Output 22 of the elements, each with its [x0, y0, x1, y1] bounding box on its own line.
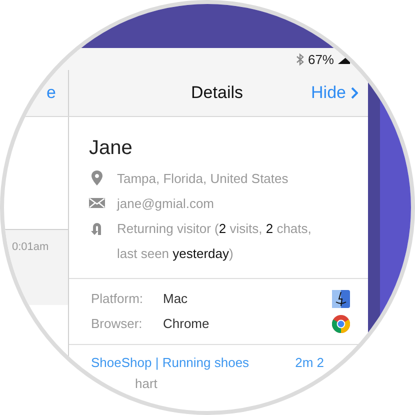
location-pin-icon — [89, 170, 105, 186]
finder-icon — [332, 290, 350, 308]
chevron-icon — [351, 87, 358, 99]
field-label: Browser: — [91, 316, 144, 331]
field-value: Mac — [163, 291, 189, 306]
chat-time: 0:01am — [12, 241, 49, 253]
envelope-icon — [89, 195, 105, 211]
page-link[interactable]: ShoeShop | Running shoes — [91, 355, 250, 370]
chrome-icon — [332, 314, 350, 332]
visitor-history: Returning visitor (2 visits, 2 chats, last seen yesterday) — [117, 220, 312, 263]
field-label: Platform: — [91, 291, 144, 306]
page-duration: 2m 2 — [295, 355, 324, 370]
visitor-name: Jane — [89, 137, 134, 160]
email-text: jane@gmial.com — [117, 195, 214, 212]
back-link[interactable]: e — [4, 83, 68, 103]
field-value: Chrome — [163, 316, 210, 331]
battery-percent: 67% — [308, 52, 334, 66]
bluetooth-icon — [296, 52, 304, 66]
page-subtitle: hart — [135, 376, 158, 391]
details-title: Details — [190, 83, 244, 103]
hide-button[interactable]: Hide — [305, 82, 368, 104]
location-text: Tampa, Florida, United States — [117, 170, 288, 187]
